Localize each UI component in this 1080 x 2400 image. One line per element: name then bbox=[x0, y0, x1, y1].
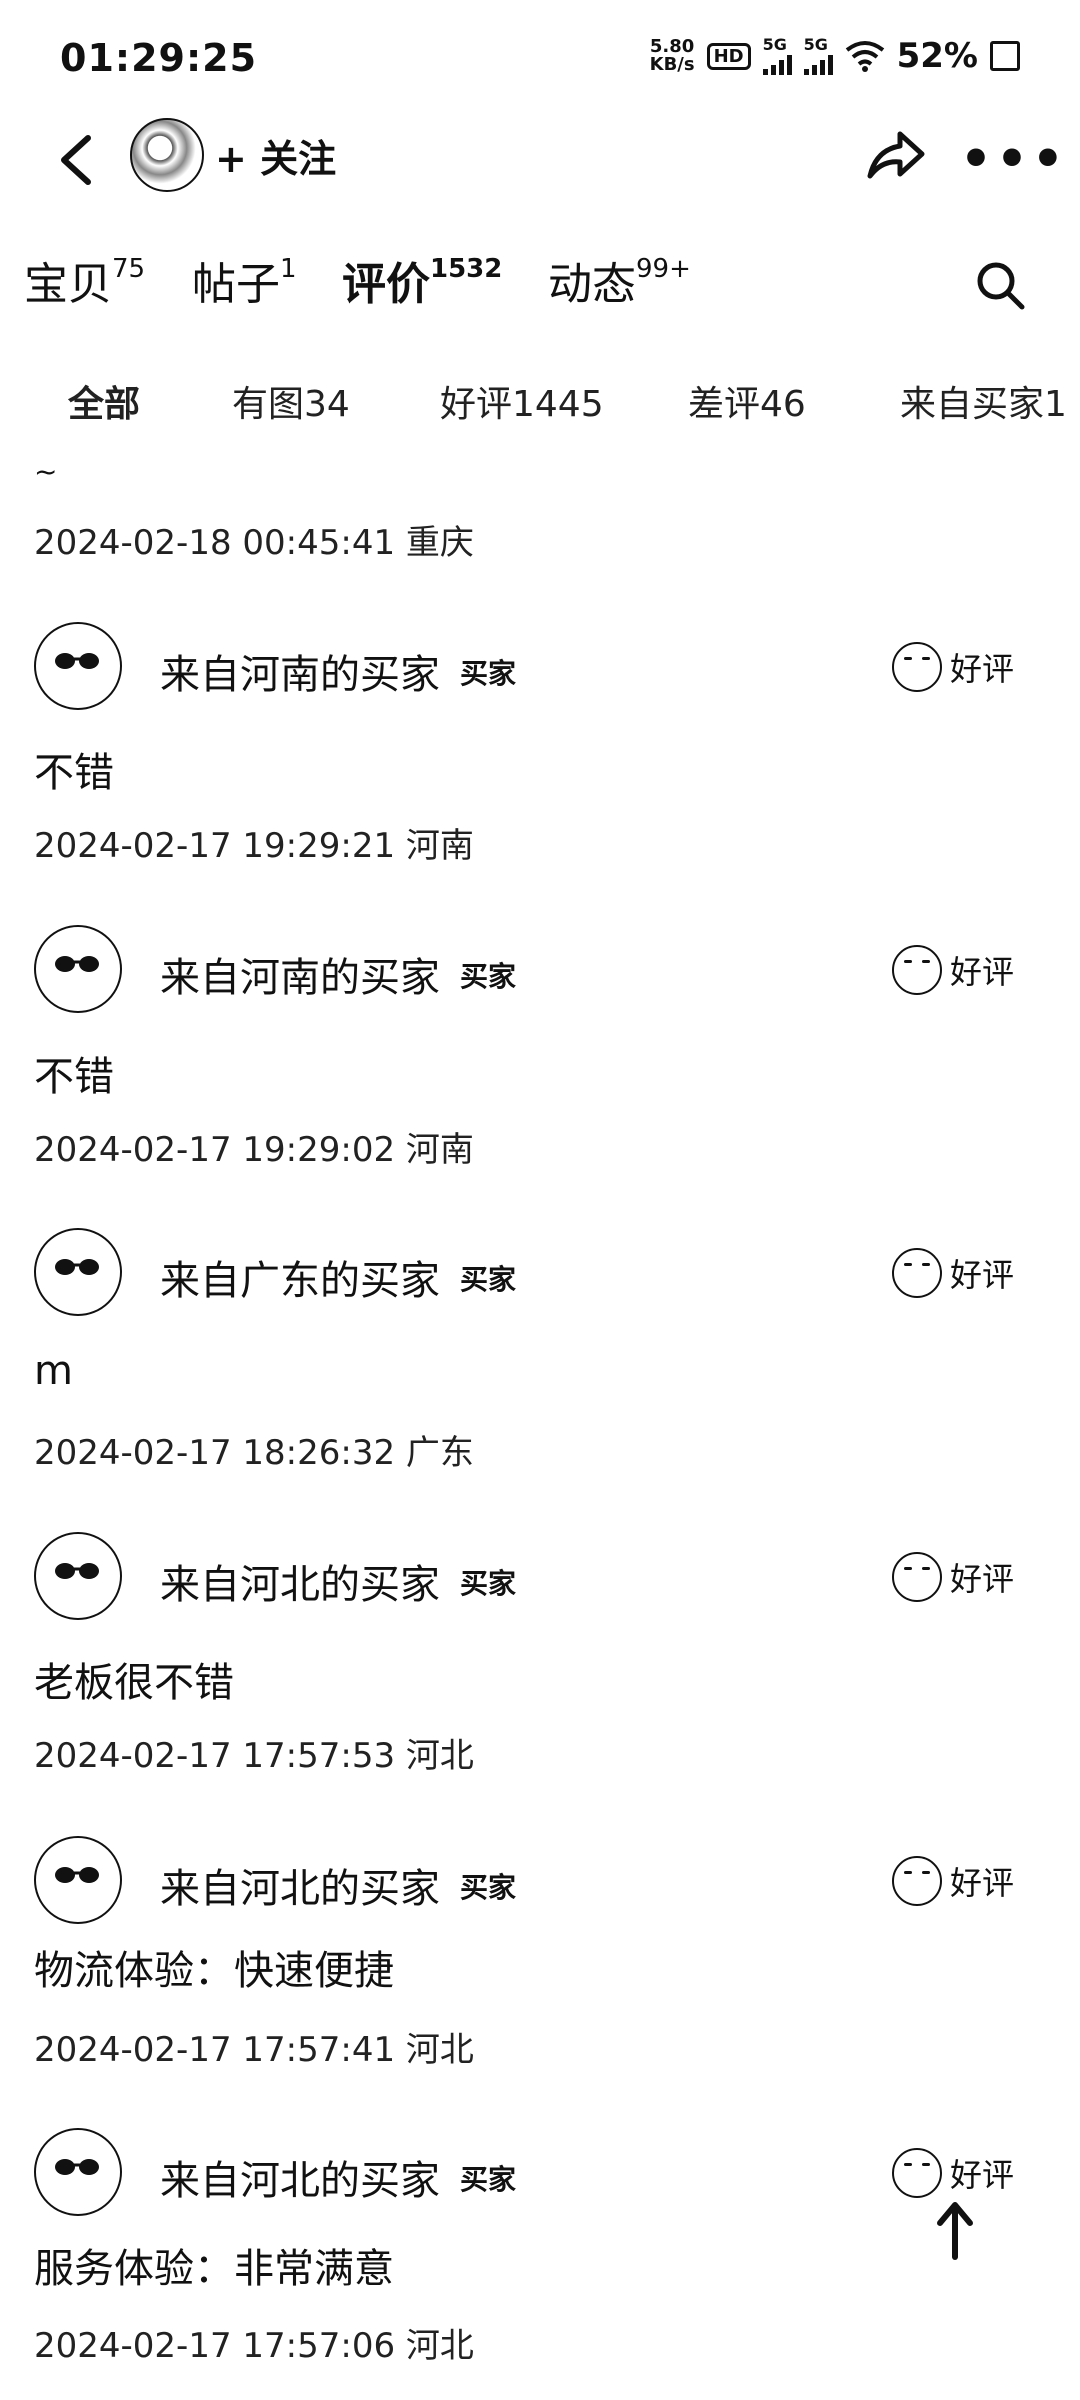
rating-badge: 好评 bbox=[892, 1248, 1014, 1298]
buyer-tag: 买家 bbox=[460, 657, 517, 690]
review-content: 物流体验：快速便捷 bbox=[34, 1948, 394, 1994]
review-date: 2024-02-17 17:57:41 河北 bbox=[34, 2030, 474, 2070]
reviewer-name: 来自河北的买家 bbox=[160, 1562, 440, 1608]
review-content: 不错 bbox=[34, 750, 114, 796]
user-avatar[interactable] bbox=[34, 2128, 122, 2216]
rating-badge: 好评 bbox=[892, 1552, 1014, 1602]
sim1-signal-icon: 5G bbox=[762, 37, 792, 75]
review-content: m bbox=[34, 1348, 73, 1394]
user-avatar[interactable] bbox=[34, 1532, 122, 1620]
filter-all[interactable]: 全部 bbox=[68, 375, 140, 427]
status-icons: 5.80 KB/s HD 5G 5G 52% bbox=[650, 36, 1020, 76]
reviewer-name: 来自河北的买家 bbox=[160, 2158, 440, 2204]
review-date: 2024-02-17 18:26:32 广东 bbox=[34, 1433, 474, 1473]
review-date: 2024-02-17 17:57:06 河北 bbox=[34, 2326, 474, 2366]
smile-face-icon bbox=[892, 1856, 942, 1906]
filter-from-buyer[interactable]: 来自买家1 bbox=[900, 375, 1067, 427]
rating-badge: 好评 bbox=[892, 1856, 1014, 1906]
status-time: 01:29:25 bbox=[60, 36, 258, 80]
tab-updates[interactable]: 动态99+ bbox=[548, 248, 691, 312]
user-avatar[interactable] bbox=[34, 925, 122, 1013]
user-avatar[interactable] bbox=[34, 1228, 122, 1316]
back-arrow-icon[interactable] bbox=[40, 120, 120, 200]
review-date: 2024-02-17 17:57:53 河北 bbox=[34, 1736, 474, 1776]
buyer-tag: 买家 bbox=[460, 2163, 517, 2196]
rating-badge: 好评 bbox=[892, 2148, 1014, 2198]
review-content: 老板很不错 bbox=[34, 1660, 234, 1706]
reviewer-name: 来自广东的买家 bbox=[160, 1258, 440, 1304]
buyer-tag: 买家 bbox=[460, 1263, 517, 1296]
back-to-top-arrow-icon[interactable] bbox=[930, 2195, 980, 2265]
search-icon[interactable] bbox=[970, 255, 1030, 315]
battery-percent: 52% bbox=[896, 36, 978, 76]
reviewer-name: 来自河南的买家 bbox=[160, 652, 440, 698]
smile-face-icon bbox=[892, 2148, 942, 2198]
review-content-partial: ~ bbox=[34, 455, 58, 488]
wifi-icon bbox=[845, 41, 884, 72]
smile-face-icon bbox=[892, 1552, 942, 1602]
review-date: 2024-02-18 00:45:41 重庆 bbox=[34, 523, 474, 563]
tab-reviews[interactable]: 评价1532 bbox=[342, 248, 502, 312]
smile-face-icon bbox=[892, 945, 942, 995]
smile-face-icon bbox=[892, 642, 942, 692]
sim2-signal-icon: 5G bbox=[803, 37, 833, 75]
buyer-tag: 买家 bbox=[460, 1871, 517, 1904]
reviewer-name: 来自河北的买家 bbox=[160, 1866, 440, 1912]
tab-posts[interactable]: 帖子1 bbox=[192, 248, 297, 312]
filter-with-images[interactable]: 有图34 bbox=[232, 375, 350, 427]
smile-face-icon bbox=[892, 1248, 942, 1298]
review-content: 不错 bbox=[34, 1054, 114, 1100]
review-date: 2024-02-17 19:29:02 河南 bbox=[34, 1130, 474, 1170]
filter-positive[interactable]: 好评1445 bbox=[440, 375, 604, 427]
rating-badge: 好评 bbox=[892, 945, 1014, 995]
user-avatar[interactable] bbox=[34, 622, 122, 710]
rating-badge: 好评 bbox=[892, 642, 1014, 692]
follow-button[interactable]: + 关注 bbox=[215, 128, 336, 183]
network-speed: 5.80 KB/s bbox=[649, 36, 695, 75]
battery-icon bbox=[990, 41, 1020, 71]
status-bar: 01:29:25 5.80 KB/s HD 5G 5G 52% bbox=[0, 0, 1080, 120]
hd-icon: HD bbox=[706, 42, 751, 70]
review-date: 2024-02-17 19:29:21 河南 bbox=[34, 826, 474, 866]
share-icon[interactable] bbox=[860, 120, 930, 190]
buyer-tag: 买家 bbox=[460, 1567, 517, 1600]
review-content: 服务体验：非常满意 bbox=[34, 2246, 394, 2292]
tab-products[interactable]: 宝贝75 bbox=[24, 248, 145, 312]
filter-negative[interactable]: 差评46 bbox=[688, 375, 806, 427]
reviewer-name: 来自河南的买家 bbox=[160, 955, 440, 1001]
shop-avatar[interactable] bbox=[130, 118, 204, 192]
more-options-icon[interactable]: ••• bbox=[960, 130, 1068, 188]
buyer-tag: 买家 bbox=[460, 960, 517, 993]
user-avatar[interactable] bbox=[34, 1836, 122, 1924]
